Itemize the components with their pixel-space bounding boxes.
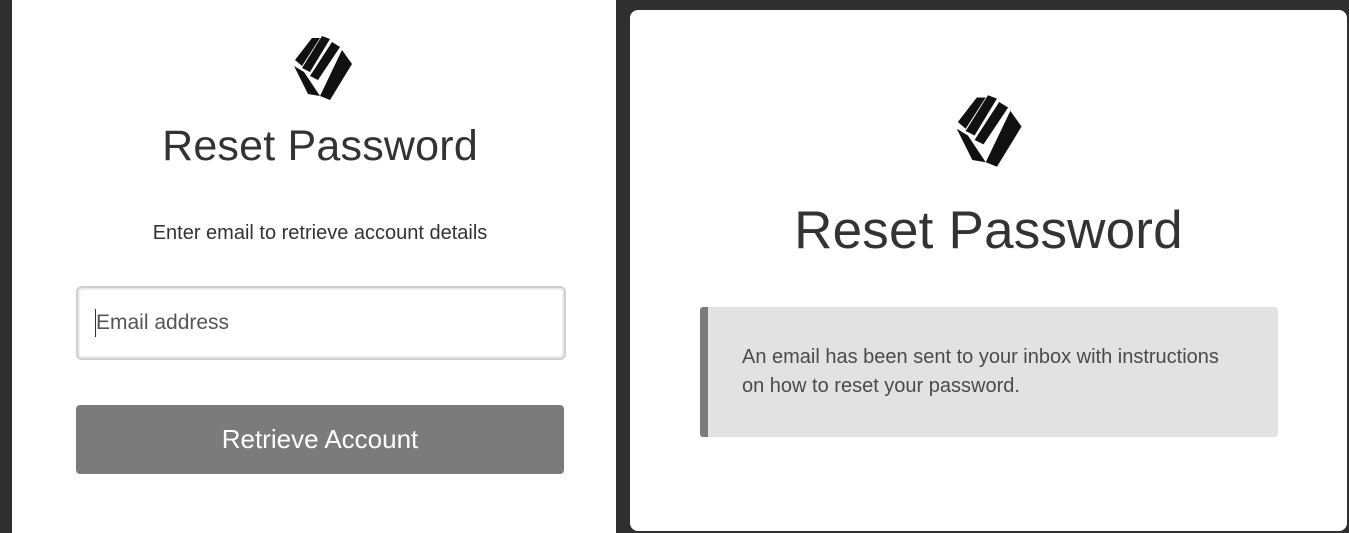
instruction-text: Enter email to retrieve account details <box>152 222 488 244</box>
page-title: Reset Password <box>794 201 1183 260</box>
reset-confirmation-panel: Reset Password An email has been sent to… <box>630 10 1347 531</box>
reset-request-panel: Reset Password Enter email to retrieve a… <box>12 0 616 533</box>
brand-logo-icon <box>956 95 1022 167</box>
retrieve-account-button[interactable]: Retrieve Account <box>76 405 564 474</box>
page-title: Reset Password <box>162 122 478 170</box>
email-input[interactable] <box>76 286 566 360</box>
notice-text: An email has been sent to your inbox wit… <box>742 346 1219 397</box>
confirmation-notice: An email has been sent to your inbox wit… <box>700 307 1278 437</box>
brand-logo-icon <box>294 36 352 100</box>
screenshot-frame: Reset Password Enter email to retrieve a… <box>0 0 1349 533</box>
text-caret <box>95 309 96 337</box>
